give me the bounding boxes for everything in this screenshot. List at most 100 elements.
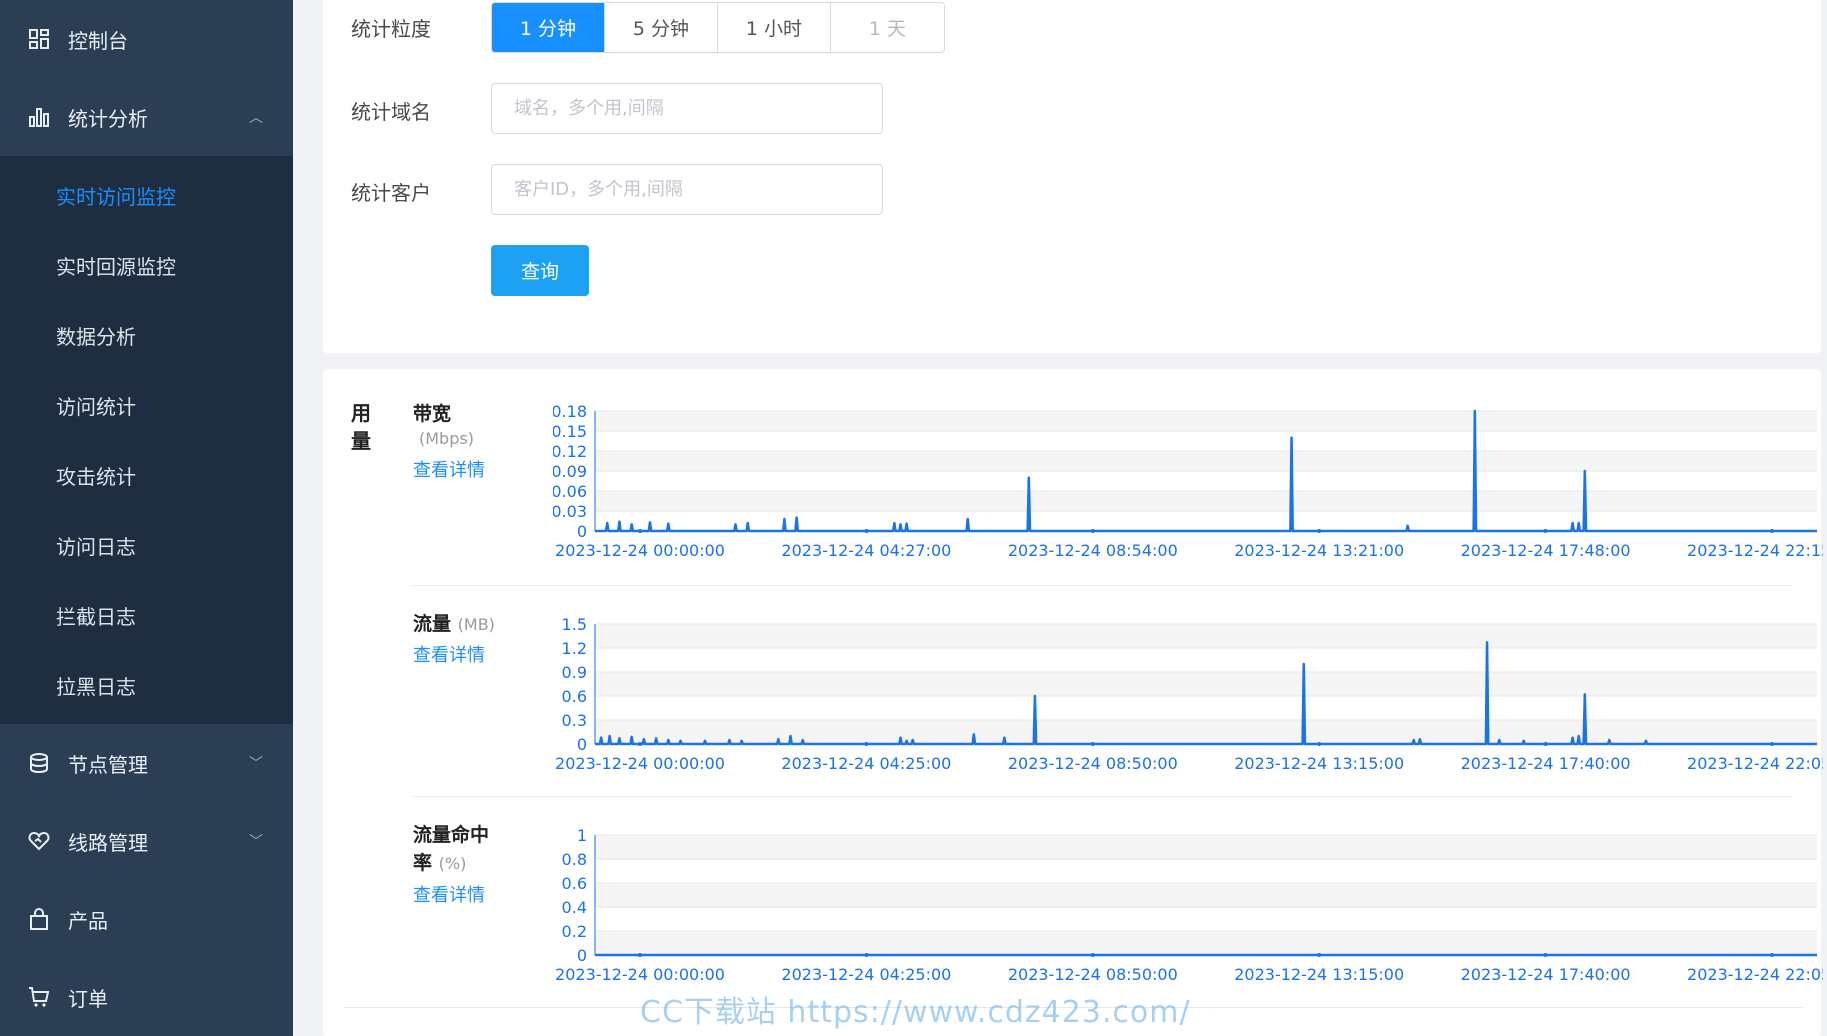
y-tick-label: 0.12 <box>553 442 587 461</box>
x-tick-label: 2023-12-24 17:40:00 <box>1461 965 1631 984</box>
menu-product-label: 产品 <box>68 908 108 933</box>
y-tick-label: 0 <box>577 946 587 965</box>
traffic-title: 流量 (MB) <box>413 609 495 636</box>
bandwidth-chart: 0.180.150.120.090.060.0302023-12-24 00:0… <box>553 402 1823 560</box>
x-tick-label: 2023-12-24 13:15:00 <box>1234 965 1404 984</box>
x-tick-label: 2023-12-24 04:25:00 <box>781 965 951 984</box>
x-tick-label: 2023-12-24 00:00:00 <box>555 754 725 773</box>
hitrate-unit: (%) <box>438 854 467 873</box>
query-form-card: 统计粒度 1 分钟 5 分钟 1 小时 1 天 统计域名 统计客户 查询 <box>323 0 1821 353</box>
usage-card: 用量 带宽 (Mbps) 查看详情 0.18 0.15 0.12 0.09 0.06 0.… <box>323 369 1823 1036</box>
usage-label: 用量 <box>351 401 371 453</box>
grid-band <box>595 672 1817 696</box>
x-tick-label: 2023-12-24 00:00:00 <box>555 541 725 560</box>
x-tick-label: 2023-12-24 17:40:00 <box>1461 754 1631 773</box>
grid-band <box>595 883 1817 907</box>
domain-input[interactable] <box>491 83 883 134</box>
y-tick-label: 0.9 <box>562 663 587 682</box>
granularity-5min[interactable]: 5 分钟 <box>605 3 718 52</box>
traffic-details-link[interactable]: 查看详情 <box>413 641 485 667</box>
menu-analytics[interactable]: 统计分析 ︿ <box>0 78 293 156</box>
route-heart-icon <box>28 830 50 852</box>
analytics-submenu: 实时访问监控 实时回源监控 数据分析 访问统计 攻击统计 访问日志 拦截日志 拉… <box>0 156 293 724</box>
y-tick-label: 0 <box>577 735 587 754</box>
y-tick-label: 0 <box>577 522 587 541</box>
sidebar: 控制台 统计分析 ︿ 实时访问监控 实时回源监控 数据分析 访问统计 攻击统计 … <box>0 0 293 1036</box>
chevron-up-icon: ︿ <box>249 110 263 126</box>
y-tick-label: 0.3 <box>562 711 587 730</box>
bandwidth-title: 带宽 <box>413 399 451 426</box>
x-tick-label: 2023-12-24 08:50:00 <box>1008 965 1178 984</box>
x-tick-label: 2023-12-24 00:00:00 <box>555 965 725 984</box>
divider <box>413 585 1793 586</box>
grid-band <box>595 491 1817 511</box>
x-tick-label: 2023-12-24 08:54:00 <box>1008 541 1178 560</box>
submenu-intercept-log[interactable]: 拦截日志 <box>0 580 293 650</box>
query-button[interactable]: 查询 <box>491 245 589 296</box>
submenu-realtime-origin[interactable]: 实时回源监控 <box>0 230 293 300</box>
submenu-realtime-access[interactable]: 实时访问监控 <box>0 160 293 230</box>
x-tick-label: 2023-12-24 22:05:00 <box>1687 754 1823 773</box>
hitrate-chart: 1 0.8 0.6 0.4 0.2 02023-12-24 00:00:00 2023-12… <box>555 826 1823 984</box>
grid-band <box>595 411 1817 431</box>
menu-analytics-label: 统计分析 <box>68 106 148 131</box>
customer-input[interactable] <box>491 164 883 215</box>
bandwidth-details-link[interactable]: 查看详情 <box>413 456 485 482</box>
hitrate-details-link[interactable]: 查看详情 <box>413 881 485 907</box>
granularity-1day[interactable]: 1 天 <box>831 3 944 52</box>
y-tick-label: 0.4 <box>562 898 587 917</box>
x-tick-label: 2023-12-24 13:15:00 <box>1234 754 1404 773</box>
grid-band <box>595 835 1817 859</box>
menu-order-label: 订单 <box>68 986 108 1011</box>
traffic-unit: (MB) <box>457 615 495 634</box>
granularity-selector: 1 分钟 5 分钟 1 小时 1 天 <box>491 2 945 53</box>
watermark: CC下载站 https://www.cdz423.com/ <box>640 995 1191 1030</box>
traffic-chart: 1.5 1.2 0.9 0.6 0.3 02023-12-24 00:00:00 2023-… <box>555 615 1823 773</box>
main-content: 统计粒度 1 分钟 5 分钟 1 小时 1 天 统计域名 统计客户 查询 用量 … <box>293 0 1827 1036</box>
x-tick-label: 2023-12-24 17:48:00 <box>1461 541 1631 560</box>
y-tick-label: 1.5 <box>562 615 587 634</box>
bag-icon <box>28 908 50 930</box>
menu-product[interactable]: 产品 <box>0 880 293 958</box>
granularity-1hour[interactable]: 1 小时 <box>718 3 831 52</box>
y-tick-label: 0.03 <box>553 502 587 521</box>
submenu-data-analysis[interactable]: 数据分析 <box>0 300 293 370</box>
hitrate-title: 流量命中率 (%) <box>413 821 503 878</box>
submenu-access-stats[interactable]: 访问统计 <box>0 370 293 440</box>
y-tick-label: 0.18 <box>553 402 587 421</box>
granularity-label: 统计粒度 <box>351 17 431 41</box>
x-tick-label: 2023-12-24 13:21:00 <box>1234 541 1404 560</box>
granularity-1min[interactable]: 1 分钟 <box>492 3 605 52</box>
submenu-attack-stats[interactable]: 攻击统计 <box>0 440 293 510</box>
submenu-access-log[interactable]: 访问日志 <box>0 510 293 580</box>
chevron-down-icon: ﹀ <box>249 756 263 772</box>
bandwidth-title-text: 带宽 <box>413 403 452 425</box>
y-tick-label: 0.6 <box>562 874 587 893</box>
y-tick-label: 0.06 <box>553 482 587 501</box>
cart-icon <box>28 986 50 1008</box>
y-tick-label: 0.09 <box>553 462 587 481</box>
bar-chart-icon <box>28 106 50 128</box>
chevron-down-icon: ﹀ <box>249 834 263 850</box>
domain-label: 统计域名 <box>351 100 431 124</box>
database-icon <box>28 752 50 774</box>
x-tick-label: 2023-12-24 08:50:00 <box>1008 754 1178 773</box>
bandwidth-unit: (Mbps) <box>419 429 474 448</box>
menu-dashboard[interactable]: 控制台 <box>0 0 293 78</box>
dashboard-icon <box>28 28 50 50</box>
y-tick-label: 0.2 <box>562 922 587 941</box>
y-tick-label: 0.6 <box>562 687 587 706</box>
x-tick-label: 2023-12-24 04:25:00 <box>781 754 951 773</box>
grid-band <box>595 931 1817 955</box>
menu-node-mgmt[interactable]: 节点管理 ﹀ <box>0 724 293 802</box>
menu-line-mgmt[interactable]: 线路管理 ﹀ <box>0 802 293 880</box>
menu-dashboard-label: 控制台 <box>68 28 128 53</box>
x-tick-label: 2023-12-24 22:15:00 <box>1687 541 1823 560</box>
submenu-blacklist-log[interactable]: 拉黑日志 <box>0 650 293 720</box>
traffic-title-text: 流量 <box>413 613 452 635</box>
y-tick-label: 1.2 <box>562 639 587 658</box>
y-tick-label: 0.15 <box>553 422 587 441</box>
divider <box>413 796 1793 797</box>
x-tick-label: 2023-12-24 04:27:00 <box>781 541 951 560</box>
menu-order[interactable]: 订单 <box>0 958 293 1036</box>
